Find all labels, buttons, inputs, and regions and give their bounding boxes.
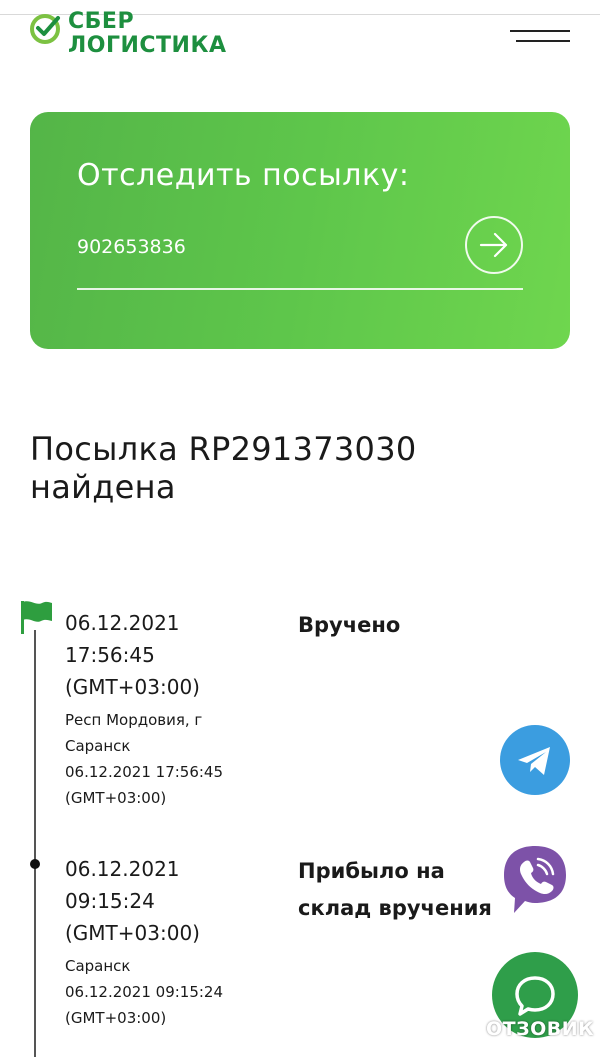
logo-line-2: ЛОГИСТИКА: [68, 33, 227, 58]
watermark-text: ОТЗОВИК: [486, 1018, 595, 1040]
telegram-icon: [518, 747, 550, 775]
event-date-value: 06.12.2021: [65, 611, 180, 635]
event-location-line: Респ Мордовия, г: [65, 711, 203, 729]
event-time-value: 09:15:24: [65, 889, 155, 913]
result-title: Посылка RP291373030 найдена: [30, 430, 417, 506]
telegram-button[interactable]: [500, 725, 570, 795]
tracking-title: Отследить посылку:: [77, 158, 410, 193]
timeline-line: [34, 630, 36, 1057]
tracking-card: Отследить посылку:: [30, 112, 570, 349]
logo-text: СБЕР ЛОГИСТИКА: [68, 10, 226, 58]
tracking-input-underline: [77, 288, 523, 290]
flag-icon: [21, 601, 52, 634]
event-location-line: Саранск: [65, 957, 131, 975]
event-location-datetime: 06.12.2021 09:15:24: [65, 983, 224, 1001]
event-status-text: склад вручения: [298, 896, 492, 920]
tracking-number-input[interactable]: [77, 230, 447, 264]
event-timezone: (GMT+03:00): [65, 921, 200, 945]
viber-icon: [504, 846, 566, 913]
event-status: Вручено: [298, 607, 518, 644]
sber-logistika-logo[interactable]: СБЕР ЛОГИСТИКА: [28, 10, 268, 66]
event-time-value: 17:56:45: [65, 643, 155, 667]
timeline-event: 06.12.2021 17:56:45 (GMT+03:00) Респ Мор…: [65, 607, 295, 811]
burger-menu-icon[interactable]: [510, 30, 572, 46]
otzovik-watermark: ОТЗОВИК: [452, 1012, 600, 1048]
event-date-value: 06.12.2021: [65, 857, 180, 881]
event-date: 06.12.2021 17:56:45 (GMT+03:00): [65, 607, 295, 703]
arrow-right-icon: [479, 232, 508, 258]
event-location-timezone: (GMT+03:00): [65, 1009, 167, 1027]
otzovik-logo-icon: [453, 1016, 481, 1044]
event-status-text: Вручено: [298, 613, 401, 637]
event-status: Прибыло на склад вручения: [298, 853, 518, 927]
event-location-line: Саранск: [65, 737, 131, 755]
event-timezone: (GMT+03:00): [65, 675, 200, 699]
timeline-dot-icon: [30, 859, 40, 869]
logo-line-1: СБЕР: [68, 9, 135, 34]
event-location: Респ Мордовия, г Саранск 06.12.2021 17:5…: [65, 707, 295, 811]
timeline-event: 06.12.2021 09:15:24 (GMT+03:00) Саранск …: [65, 853, 295, 1031]
burger-line: [516, 40, 570, 42]
burger-line: [510, 30, 570, 32]
event-status-text: Прибыло на: [298, 859, 445, 883]
track-submit-button[interactable]: [465, 216, 523, 274]
event-location-timezone: (GMT+03:00): [65, 789, 167, 807]
event-location-datetime: 06.12.2021 17:56:45: [65, 763, 224, 781]
event-date: 06.12.2021 09:15:24 (GMT+03:00): [65, 853, 295, 949]
sber-logo-icon: [30, 14, 60, 44]
viber-button[interactable]: [500, 842, 570, 917]
event-location: Саранск 06.12.2021 09:15:24 (GMT+03:00): [65, 953, 295, 1031]
page: СБЕР ЛОГИСТИКА Отследить посылку: Посылк…: [0, 0, 600, 1057]
